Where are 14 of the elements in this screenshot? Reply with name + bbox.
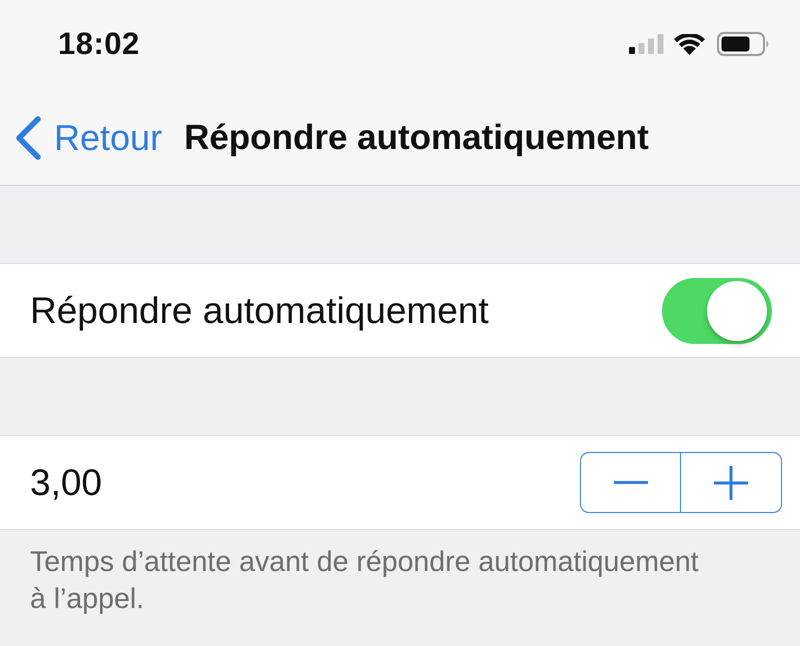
nav-title: Répondre automatiquement [184, 118, 649, 158]
minus-icon [614, 481, 648, 484]
status-time: 18:02 [58, 26, 140, 62]
wifi-icon [674, 34, 705, 54]
row-label: Répondre automatiquement [30, 290, 489, 332]
increment-button[interactable] [681, 452, 782, 513]
footer-note: Temps d’attente avant de répondre automatiquement à l’appel. [29, 545, 700, 617]
chevron-left-icon [14, 116, 42, 160]
plus-icon [714, 466, 748, 500]
decrement-button[interactable] [580, 452, 681, 513]
battery-icon [717, 32, 770, 56]
row-label: 3,00 [30, 462, 102, 504]
signal-icon [629, 34, 664, 54]
back-button[interactable]: Retour [14, 116, 162, 160]
